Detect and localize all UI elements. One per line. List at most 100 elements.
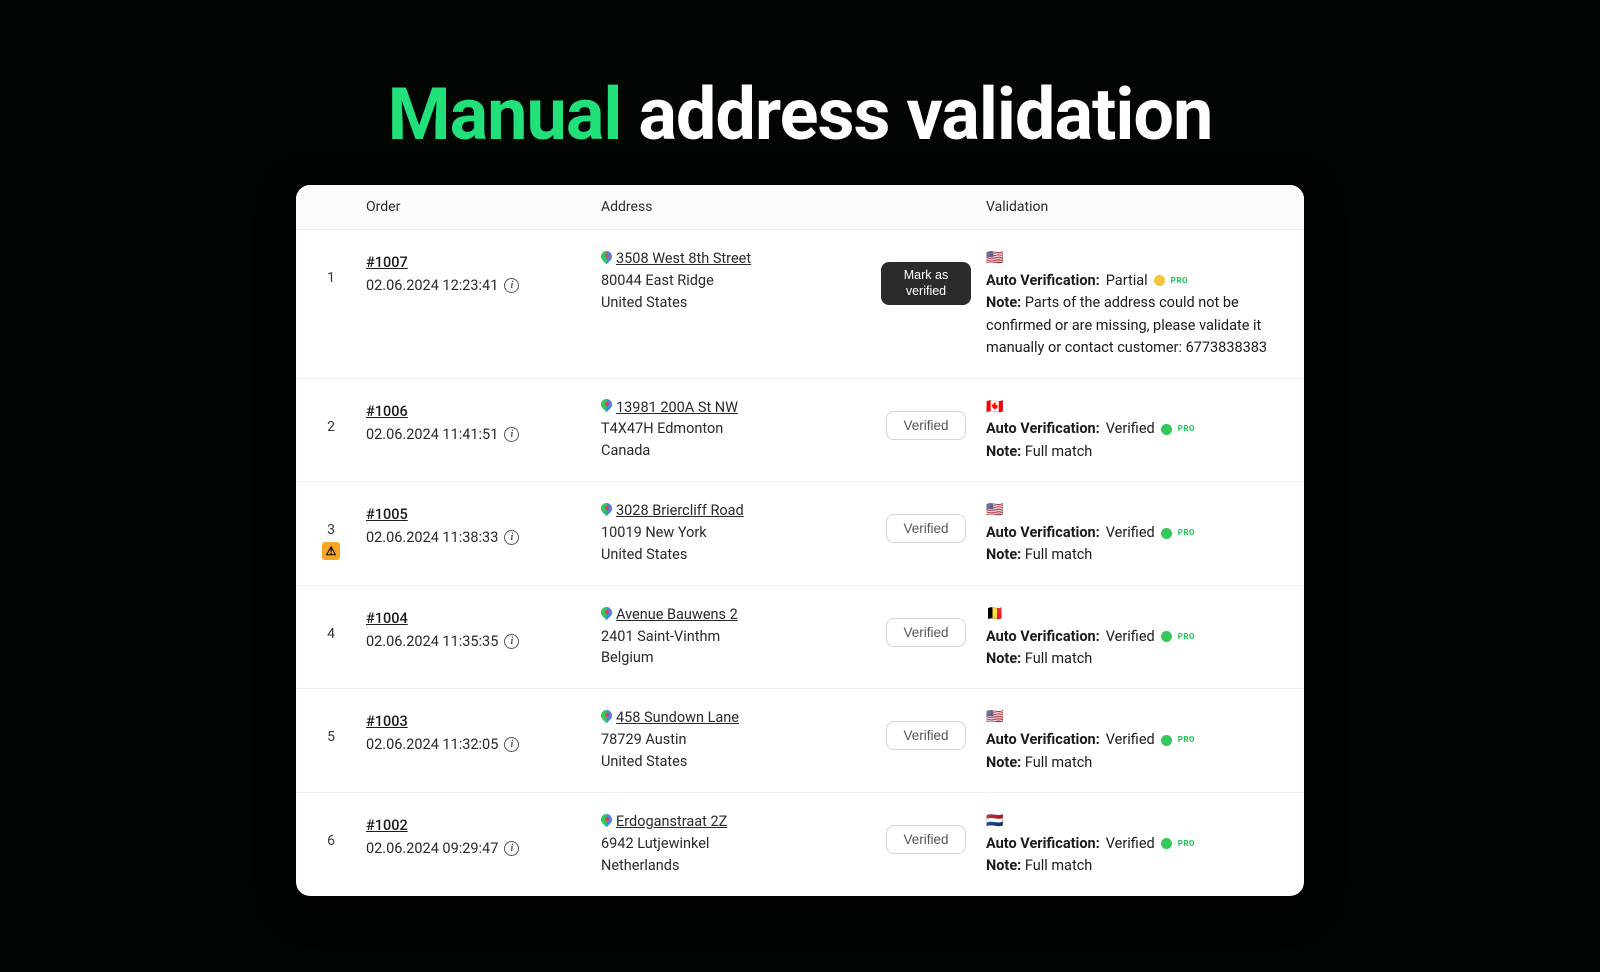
address-country: United States [601,751,866,773]
validation-cell: 🇳🇱Auto Verification:VerifiedPRONote: Ful… [986,811,1304,878]
address-link[interactable]: Erdoganstraat 2Z [616,811,727,833]
row-number: 6 [327,833,335,849]
table-header: Order Address Validation [296,185,1304,230]
note-label: Note: [986,857,1025,874]
warning-icon: ⚠ [322,542,340,560]
address-link[interactable]: 3508 West 8th Street [616,248,751,270]
note-text: Full match [1025,546,1092,563]
pro-badge: PRO [1178,838,1195,850]
table-row: 2#100602.06.2024 11:41:51i13981 200A St … [296,379,1304,483]
auto-verification-label: Auto Verification: [986,522,1100,544]
row-number: 1 [327,270,335,286]
page-title: Manual address validation [0,72,1600,157]
status-dot-verified-icon [1161,631,1172,642]
country-flag-icon: 🇧🇪 [986,604,1284,626]
validation-note: Note: Full match [986,648,1284,670]
order-timestamp-line: 02.06.2024 12:23:41 i [366,277,601,294]
verified-badge: Verified [886,411,965,440]
row-number: 3 [327,522,335,538]
address-link[interactable]: Avenue Bauwens 2 [616,604,738,626]
orders-panel: Order Address Validation 1 #1007 02.06.202… [296,185,1304,896]
map-pin-icon [601,607,612,623]
order-cell: #1004 02.06.2024 11:35:35 i [366,604,601,650]
mark-as-verified-button[interactable]: Mark as verified [881,262,971,305]
info-icon[interactable]: i [504,530,519,545]
order-cell: #1007 02.06.2024 12:23:41 i [366,248,601,294]
status-dot-partial-icon [1154,275,1165,286]
validation-cell: 🇺🇸Auto Verification:VerifiedPRONote: Ful… [986,707,1304,774]
address-cell: 458 Sundown Lane78729 AustinUnited State… [601,707,866,772]
order-number-link[interactable]: #1004 [366,610,601,627]
auto-verification-status: Verified [1106,729,1155,751]
map-pin-icon [601,251,612,267]
auto-verification-line: Auto Verification:VerifiedPRO [986,626,1284,648]
note-text: Full match [1025,443,1092,460]
row-number: 2 [327,419,335,435]
note-label: Note: [986,650,1025,667]
row-index: 1 [296,248,366,286]
table-row: 3 ⚠ #1005 02.06.2024 11:38:33 i 3028 Briercli… [296,482,1304,586]
address-cell: Erdoganstraat 2Z6942 LutjewinkelNetherla… [601,811,866,876]
info-icon[interactable]: i [504,737,519,752]
order-cell: #1002 02.06.2024 09:29:47 i [366,811,601,857]
table-row: 6 #1002 02.06.2024 09:29:47 i Erdoganstraat … [296,793,1304,896]
address-link[interactable]: 458 Sundown Lane [616,707,739,729]
validation-note: Note: Full match [986,752,1284,774]
col-address-header: Address [601,199,866,215]
pro-badge: PRO [1178,423,1195,435]
action-cell: Verified [866,811,986,854]
order-timestamp: 02.06.2024 12:23:41 [366,277,498,294]
row-number: 4 [327,626,335,642]
row-index: 5 [296,707,366,745]
note-label: Note: [986,754,1025,771]
auto-verification-label: Auto Verification: [986,418,1100,440]
note-text: Full match [1025,650,1092,667]
table-row: 5#100302.06.2024 11:32:05i458 Sundown La… [296,689,1304,793]
order-number-link[interactable]: #1002 [366,817,601,834]
address-link[interactable]: 13981 200A St NW [616,397,738,419]
order-number-link[interactable]: #1007 [366,254,601,271]
validation-cell: 🇨🇦Auto Verification:VerifiedPRONote: Ful… [986,397,1304,464]
address-country: Belgium [601,647,866,669]
order-number-link[interactable]: #1003 [366,713,601,730]
address-line-2: 6942 Lutjewinkel [601,833,866,855]
row-index: 2 [296,397,366,435]
note-text: Parts of the address could not be confir… [986,294,1267,356]
address-cell: 13981 200A St NWT4X47H EdmontonCanada [601,397,866,462]
note-text: Full match [1025,857,1092,874]
order-number-link[interactable]: #1006 [366,403,601,420]
verified-badge: Verified [886,514,965,543]
verified-badge: Verified [886,825,965,854]
note-label: Note: [986,294,1025,311]
auto-verification-line: Auto Verification:PartialPRO [986,270,1284,292]
auto-verification-label: Auto Verification: [986,626,1100,648]
title-accent: Manual [388,72,622,157]
info-icon[interactable]: i [504,278,519,293]
order-timestamp: 02.06.2024 11:38:33 [366,529,498,546]
row-index: 6 [296,811,366,849]
auto-verification-label: Auto Verification: [986,833,1100,855]
address-link[interactable]: 3028 Briercliff Road [616,500,744,522]
info-icon[interactable]: i [504,841,519,856]
info-icon[interactable]: i [504,427,519,442]
order-timestamp-line: 02.06.2024 11:35:35 i [366,633,601,650]
address-cell: 3028 Briercliff Road10019 New YorkUnited… [601,500,866,565]
pro-badge: PRO [1178,734,1195,746]
map-pin-icon [601,503,612,519]
status-dot-verified-icon [1161,528,1172,539]
order-timestamp: 02.06.2024 09:29:47 [366,840,498,857]
order-cell: #1005 02.06.2024 11:38:33 i [366,500,601,546]
auto-verification-line: Auto Verification:VerifiedPRO [986,833,1284,855]
pro-badge: PRO [1171,275,1188,287]
order-number-link[interactable]: #1005 [366,506,601,523]
order-timestamp: 02.06.2024 11:35:35 [366,633,498,650]
info-icon[interactable]: i [504,634,519,649]
country-flag-icon: 🇺🇸 [986,248,1284,270]
action-cell: Verified [866,604,986,647]
address-country: United States [601,292,866,314]
order-timestamp-line: 02.06.2024 11:38:33 i [366,529,601,546]
auto-verification-status: Verified [1106,522,1155,544]
address-line-2: T4X47H Edmonton [601,418,866,440]
action-cell: Verified [866,397,986,440]
address-cell: 3508 West 8th Street80044 East RidgeUnit… [601,248,866,313]
